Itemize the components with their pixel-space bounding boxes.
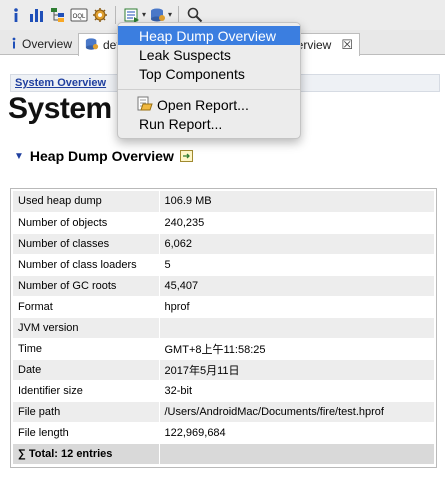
table-row[interactable]: Time GMT+8上午11:58:25 <box>13 338 434 360</box>
table-row[interactable]: JVM version <box>13 317 434 339</box>
chevron-down-icon: ▾ <box>168 10 173 19</box>
table-row[interactable]: File path/Users/AndroidMac/Documents/fir… <box>13 401 434 423</box>
row-value: 106.9 MB <box>159 191 434 213</box>
query-browser-icon <box>85 37 99 54</box>
row-key: Time <box>13 338 160 360</box>
row-value: 5 <box>159 254 434 276</box>
menu-item-top-components[interactable]: Top Components <box>118 64 300 83</box>
row-value: hprof <box>159 296 434 318</box>
dominator-tree-icon[interactable] <box>48 5 67 25</box>
menu-item-leak-suspects[interactable]: Leak Suspects <box>118 45 300 64</box>
row-value: 32-bit <box>159 380 434 402</box>
section-header[interactable]: ▼ Heap Dump Overview <box>14 148 194 164</box>
menu-item-heap-dump-overview[interactable]: Heap Dump Overview <box>118 26 300 45</box>
total-value-cell <box>159 443 434 465</box>
menu-item-open-report[interactable]: Open Report... <box>118 95 300 114</box>
tab-label: Overview <box>22 37 73 51</box>
row-value: 2017年5月11日 <box>159 359 434 381</box>
table-row[interactable]: Format hprof <box>13 296 434 318</box>
row-key: JVM version <box>13 317 160 339</box>
row-value: /Users/AndroidMac/Documents/fire/test.hp… <box>159 401 434 423</box>
table-row[interactable]: Number of GC roots 45,407 <box>13 275 434 297</box>
row-value: 45,407 <box>159 275 434 297</box>
total-label: Total: 12 entries <box>28 447 113 460</box>
page-title: System <box>8 92 112 125</box>
open-report-icon <box>137 96 153 114</box>
row-value: GMT+8上午11:58:25 <box>159 338 434 360</box>
close-icon[interactable]: ☒ <box>341 37 353 53</box>
table-row[interactable]: Date 2017年5月11日 <box>13 359 434 381</box>
export-icon[interactable] <box>179 149 194 163</box>
row-key: Number of classes <box>13 233 160 255</box>
row-key: Number of objects <box>13 212 160 234</box>
oql-icon[interactable]: OQL <box>69 5 88 25</box>
menu-item-run-report[interactable]: Run Report... <box>118 114 300 133</box>
row-value: 6,062 <box>159 233 434 255</box>
reports-dropdown-menu: Heap Dump Overview Leak Suspects Top Com… <box>117 22 301 139</box>
heap-dump-table: Used heap dump 106.9 MB Number of objects 2… <box>10 188 437 468</box>
table-row[interactable]: Used heap dump 106.9 MB <box>13 191 434 213</box>
row-value: 240,235 <box>159 212 434 234</box>
collapse-triangle-icon[interactable]: ▼ <box>14 151 24 162</box>
row-key: Used heap dump <box>13 191 160 213</box>
section-title: Heap Dump Overview <box>29 148 174 164</box>
table-total-row: ∑ Total: 12 entries <box>13 443 434 465</box>
table-row[interactable]: Number of objects 240,235 <box>13 212 434 234</box>
menu-item-label: Open Report... <box>157 96 249 113</box>
sum-icon: ∑ <box>18 447 26 460</box>
toolbar-separator <box>115 6 116 24</box>
row-key: Format <box>13 296 160 318</box>
table-row[interactable]: Number of classes 6,062 <box>13 233 434 255</box>
row-key: Date <box>13 359 160 381</box>
row-key: Number of GC roots <box>13 275 160 297</box>
breadcrumb-link-system-overview[interactable]: System Overview <box>15 77 106 89</box>
row-key: File path <box>13 401 160 423</box>
row-key: Identifier size <box>13 380 160 402</box>
table-row[interactable]: File length 122,969,684 <box>13 422 434 444</box>
tab-overview[interactable]: Overview <box>4 33 78 55</box>
table-row[interactable]: Identifier size 32-bit <box>13 380 434 402</box>
table-row[interactable]: Number of class loaders 5 <box>13 254 434 276</box>
oql-icon-label: OQL <box>72 14 85 20</box>
row-key: Number of class loaders <box>13 254 160 276</box>
row-value: 122,969,684 <box>159 422 434 444</box>
total-cell: ∑ Total: 12 entries <box>13 443 160 465</box>
row-value <box>159 317 434 339</box>
info-icon <box>10 37 18 52</box>
thread-gear-icon[interactable] <box>90 5 109 25</box>
chevron-down-icon: ▾ <box>142 10 147 19</box>
menu-separator <box>118 89 300 90</box>
info-icon[interactable] <box>6 5 25 25</box>
histogram-icon[interactable] <box>27 5 46 25</box>
row-key: File length <box>13 422 160 444</box>
